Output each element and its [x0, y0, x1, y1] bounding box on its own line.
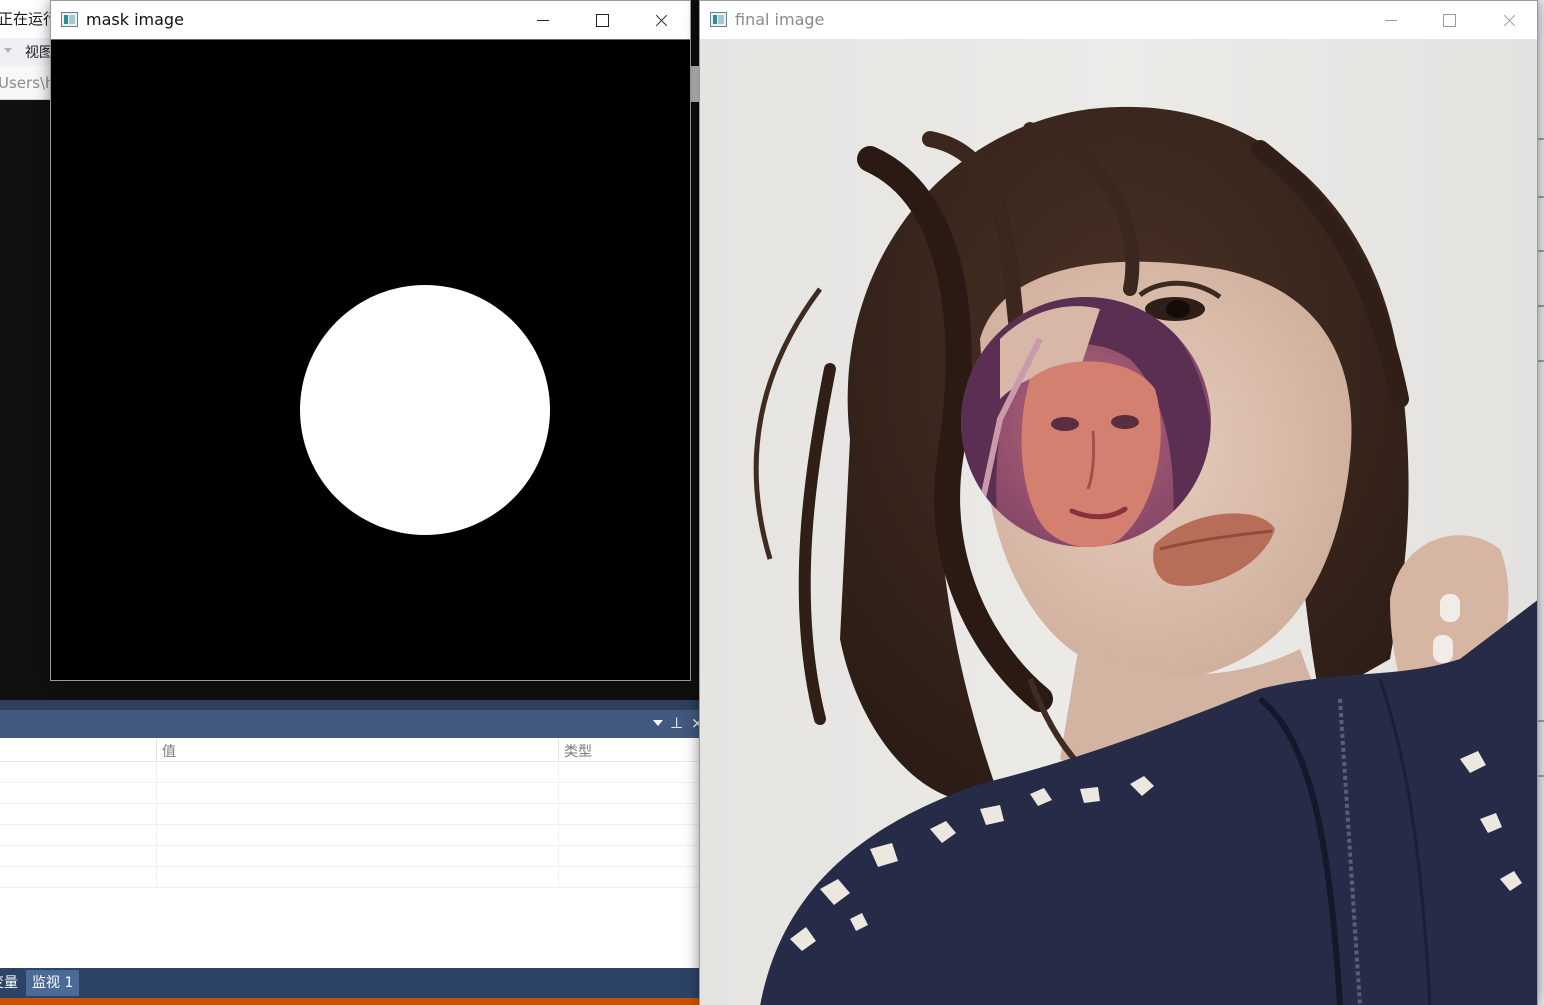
watch-row[interactable] — [0, 762, 700, 783]
column-header-value[interactable]: 值 — [162, 741, 176, 761]
watch-rows — [0, 762, 700, 888]
panel-divider[interactable] — [0, 700, 700, 710]
watch-row[interactable] — [0, 804, 700, 825]
column-divider[interactable] — [156, 738, 157, 762]
menu-overflow-icon[interactable] — [4, 48, 12, 53]
watch-row[interactable] — [0, 783, 700, 804]
window-title: mask image — [86, 10, 184, 29]
minimize-button[interactable] — [514, 1, 572, 39]
opencv-window-icon — [710, 12, 727, 27]
maximize-button[interactable] — [1420, 1, 1478, 39]
ide-right-edge — [1538, 0, 1544, 1005]
maximize-button[interactable] — [573, 1, 631, 39]
tab-locals[interactable]: 变量 — [0, 970, 24, 996]
watch-row[interactable] — [0, 867, 700, 888]
status-bar — [0, 998, 700, 1005]
mask-image-window[interactable]: mask image — [50, 0, 691, 681]
mask-circle — [300, 285, 550, 535]
watch-row[interactable] — [0, 825, 700, 846]
tab-watch-1[interactable]: 监视 1 — [26, 970, 80, 996]
minimize-button[interactable] — [1362, 1, 1420, 39]
menu-item-view[interactable]: 视图 — [25, 42, 53, 62]
bottom-tab-bar: 变量 监视 1 — [0, 968, 700, 998]
close-button[interactable] — [632, 1, 690, 39]
watch-column-headers: 值 类型 — [0, 738, 700, 762]
watch-row[interactable] — [0, 846, 700, 867]
window-position-dropdown-icon[interactable] — [653, 720, 663, 726]
file-path-text: Users\h — [0, 74, 55, 92]
mask-image-canvas[interactable] — [51, 39, 690, 680]
watch-panel: ⊥ × 值 类型 — [0, 710, 704, 968]
watch-panel-header: ⊥ × — [0, 710, 704, 738]
final-image-photo — [700, 39, 1537, 1005]
final-image-window[interactable]: final image — [699, 0, 1538, 1005]
column-header-type[interactable]: 类型 — [564, 741, 592, 761]
window-title-bar[interactable]: final image — [700, 1, 1537, 39]
column-divider[interactable] — [558, 738, 559, 762]
opencv-window-icon — [61, 12, 78, 27]
pin-icon[interactable]: ⊥ — [670, 714, 683, 732]
close-button[interactable] — [1480, 1, 1538, 39]
window-title: final image — [735, 10, 825, 29]
window-title-bar[interactable]: mask image — [51, 1, 690, 39]
final-image-canvas[interactable] — [700, 39, 1537, 1005]
